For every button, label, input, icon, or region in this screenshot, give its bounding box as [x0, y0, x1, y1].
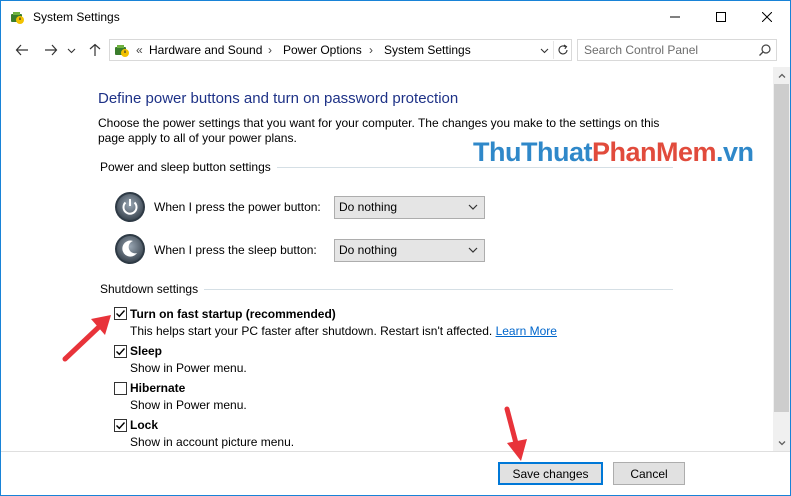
- content-pane: Define power buttons and turn on passwor…: [1, 67, 773, 451]
- breadcrumb-hardware-and-sound[interactable]: Hardware and Sound: [149, 43, 262, 57]
- sleep-button-action-value: Do nothing: [339, 243, 398, 257]
- refresh-button[interactable]: [553, 41, 571, 59]
- fast-startup-description: This helps start your PC faster after sh…: [130, 324, 557, 338]
- chevron-down-icon: [778, 440, 785, 445]
- chevron-down-icon: [468, 204, 478, 210]
- up-button[interactable]: [84, 39, 106, 61]
- breadcrumb-overflow[interactable]: «: [136, 43, 143, 57]
- address-bar[interactable]: « Hardware and Sound › Power Options › S…: [109, 39, 572, 61]
- footer-bar: Save changes Cancel: [1, 451, 790, 495]
- scroll-thumb[interactable]: [774, 84, 789, 412]
- arrow-right-icon: [45, 44, 58, 56]
- hibernate-checkbox[interactable]: [114, 382, 127, 395]
- scroll-down-button[interactable]: [773, 434, 790, 451]
- watermark-part-3: .vn: [716, 137, 754, 167]
- lock-checkbox[interactable]: [114, 419, 127, 432]
- maximize-button[interactable]: [698, 1, 744, 33]
- breadcrumb-power-options[interactable]: Power Options: [283, 43, 362, 57]
- annotation-arrow-icon: [62, 315, 111, 362]
- breadcrumb-separator[interactable]: ›: [369, 43, 373, 57]
- refresh-icon: [558, 44, 568, 55]
- sleep-description: Show in Power menu.: [130, 361, 247, 375]
- hibernate-label[interactable]: Hibernate: [130, 381, 185, 395]
- power-button-label: When I press the power button:: [154, 200, 321, 214]
- title-bar: System Settings: [1, 1, 790, 33]
- cancel-button[interactable]: Cancel: [613, 462, 685, 485]
- search-input[interactable]: [578, 40, 754, 60]
- window-title: System Settings: [33, 10, 120, 24]
- sleep-moon-icon: [115, 234, 145, 264]
- breadcrumb-separator[interactable]: ›: [268, 43, 272, 57]
- power-button-action-value: Do nothing: [339, 200, 398, 214]
- close-button[interactable]: [744, 1, 790, 33]
- checkmark-icon: [116, 422, 126, 430]
- vertical-scrollbar[interactable]: [773, 67, 790, 451]
- minimize-button[interactable]: [652, 1, 698, 33]
- arrow-up-icon: [89, 43, 101, 56]
- chevron-down-icon: [540, 48, 548, 53]
- chevron-up-icon: [778, 73, 785, 78]
- watermark-part-2: PhanMem: [591, 137, 717, 167]
- lock-label[interactable]: Lock: [130, 418, 158, 432]
- sleep-button-label: When I press the sleep button:: [154, 243, 317, 257]
- watermark-logo: ThuThuatPhanMem.vn: [473, 137, 754, 168]
- power-options-icon: [115, 45, 129, 57]
- power-button-icon: [115, 192, 145, 222]
- sleep-label[interactable]: Sleep: [130, 344, 162, 358]
- close-icon: [762, 12, 772, 22]
- shutdown-group-label: Shutdown settings: [100, 282, 205, 296]
- back-button[interactable]: [11, 39, 33, 61]
- lock-description: Show in account picture menu.: [130, 435, 295, 449]
- chevron-down-icon: [468, 247, 478, 253]
- power-button-action-select[interactable]: Do nothing: [334, 196, 485, 219]
- fast-startup-label[interactable]: Turn on fast startup (recommended): [130, 307, 336, 321]
- minimize-icon: [670, 16, 680, 18]
- search-icon[interactable]: [758, 43, 772, 57]
- power-options-icon: [11, 12, 24, 24]
- save-changes-button[interactable]: Save changes: [498, 462, 603, 485]
- recent-locations-button[interactable]: [63, 39, 79, 61]
- forward-button[interactable]: [40, 39, 62, 61]
- fast-startup-desc-text: This helps start your PC faster after sh…: [130, 324, 493, 338]
- arrow-left-icon: [15, 44, 28, 56]
- address-history-dropdown[interactable]: [537, 42, 551, 58]
- watermark-part-1: ThuThuat: [473, 137, 592, 167]
- chevron-down-icon: [67, 48, 75, 53]
- hibernate-description: Show in Power menu.: [130, 398, 247, 412]
- breadcrumb-system-settings[interactable]: System Settings: [384, 43, 471, 57]
- sleep-button-action-select[interactable]: Do nothing: [334, 239, 485, 262]
- system-settings-window: System Settings « Hardware and Sound › P…: [0, 0, 791, 496]
- annotation-arrow-icon: [504, 406, 527, 461]
- learn-more-link[interactable]: Learn More: [496, 324, 557, 338]
- scroll-up-button[interactable]: [773, 67, 790, 84]
- power-sleep-group-label: Power and sleep button settings: [100, 160, 277, 174]
- page-title: Define power buttons and turn on passwor…: [98, 90, 459, 107]
- search-box[interactable]: [577, 39, 777, 61]
- maximize-icon: [716, 12, 726, 22]
